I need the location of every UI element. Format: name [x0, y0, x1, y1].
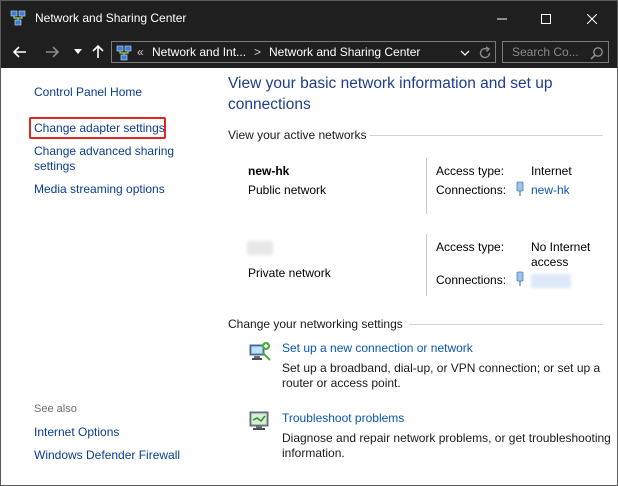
network-center-icon [116, 45, 132, 61]
breadcrumb-network-sharing-center[interactable]: Network and Sharing Center [269, 45, 420, 59]
search-box[interactable]: Search Co... [502, 41, 609, 63]
back-button[interactable] [11, 43, 29, 61]
forward-arrow-icon [46, 46, 59, 58]
up-arrow-icon [92, 45, 104, 58]
active-networks-heading: View your active networks [228, 128, 367, 142]
internet-options-link[interactable]: Internet Options [34, 425, 119, 439]
change-adapter-settings-link[interactable]: Change adapter settings [34, 121, 165, 135]
control-panel-home-link[interactable]: Control Panel Home [34, 85, 142, 99]
connections-label: Connections: [436, 273, 507, 287]
back-arrow-icon [13, 46, 26, 58]
network-type: Private network [248, 266, 331, 280]
network-divider [426, 234, 427, 296]
breadcrumb-separator[interactable]: > [254, 45, 261, 59]
close-button[interactable] [569, 1, 615, 36]
refresh-icon[interactable] [477, 45, 493, 61]
close-icon [587, 13, 597, 24]
window-title: Network and Sharing Center [35, 11, 187, 25]
connection-link[interactable]: new-hk [531, 183, 570, 197]
wifi-adapter-icon [516, 181, 524, 196]
troubleshoot-problems-link[interactable]: Troubleshoot problems [282, 411, 404, 425]
new-connection-icon [249, 342, 271, 361]
windows-defender-firewall-link[interactable]: Windows Defender Firewall [34, 448, 180, 462]
see-also-heading: See also [34, 403, 77, 415]
setup-new-connection-description: Set up a broadband, dial-up, or VPN conn… [282, 361, 601, 390]
breadcrumb-network-internet[interactable]: Network and Int... [152, 45, 246, 59]
page-title: View your basic network information and … [228, 75, 553, 113]
access-type-value: Internet [531, 164, 572, 178]
media-streaming-options-link[interactable]: Media streaming options [34, 182, 165, 196]
wifi-adapter-icon [516, 271, 524, 286]
network-name-redacted [247, 241, 273, 255]
change-settings-heading: Change your networking settings [228, 317, 403, 331]
recent-locations-button[interactable] [69, 43, 87, 61]
network-name: new-hk [248, 164, 290, 178]
network-type: Public network [248, 183, 327, 197]
access-type-value: No Internet access [531, 240, 591, 269]
minimize-button[interactable] [479, 1, 525, 36]
network-divider [426, 158, 427, 214]
search-icon[interactable] [590, 46, 604, 60]
forward-button[interactable] [43, 43, 61, 61]
address-dropdown-icon[interactable] [458, 46, 472, 60]
section-divider [370, 135, 603, 136]
navigation-bar: « Network and Int... > Network and Shari… [1, 36, 617, 68]
network-sharing-center-window: Network and Sharing Center « Network and… [0, 0, 618, 486]
troubleshoot-icon [249, 411, 269, 430]
troubleshoot-problems-description: Diagnose and repair network problems, or… [282, 431, 611, 460]
connection-link-redacted[interactable] [531, 274, 571, 288]
maximize-icon [541, 13, 551, 24]
chevron-down-icon [74, 49, 82, 54]
connections-label: Connections: [436, 183, 507, 197]
change-advanced-sharing-link[interactable]: Change advanced sharing settings [34, 144, 184, 174]
access-type-label: Access type: [436, 164, 505, 178]
minimize-icon [497, 18, 507, 19]
network-center-icon [10, 10, 26, 26]
search-placeholder: Search Co... [512, 45, 579, 59]
title-bar: Network and Sharing Center [1, 1, 617, 36]
access-type-label: Access type: [436, 240, 505, 254]
setup-new-connection-link[interactable]: Set up a new connection or network [282, 341, 473, 355]
breadcrumb-overflow[interactable]: « [137, 45, 144, 59]
section-divider [409, 324, 603, 325]
address-bar[interactable]: « Network and Int... > Network and Shari… [111, 41, 496, 63]
up-button[interactable] [89, 43, 107, 61]
maximize-button[interactable] [523, 1, 569, 36]
